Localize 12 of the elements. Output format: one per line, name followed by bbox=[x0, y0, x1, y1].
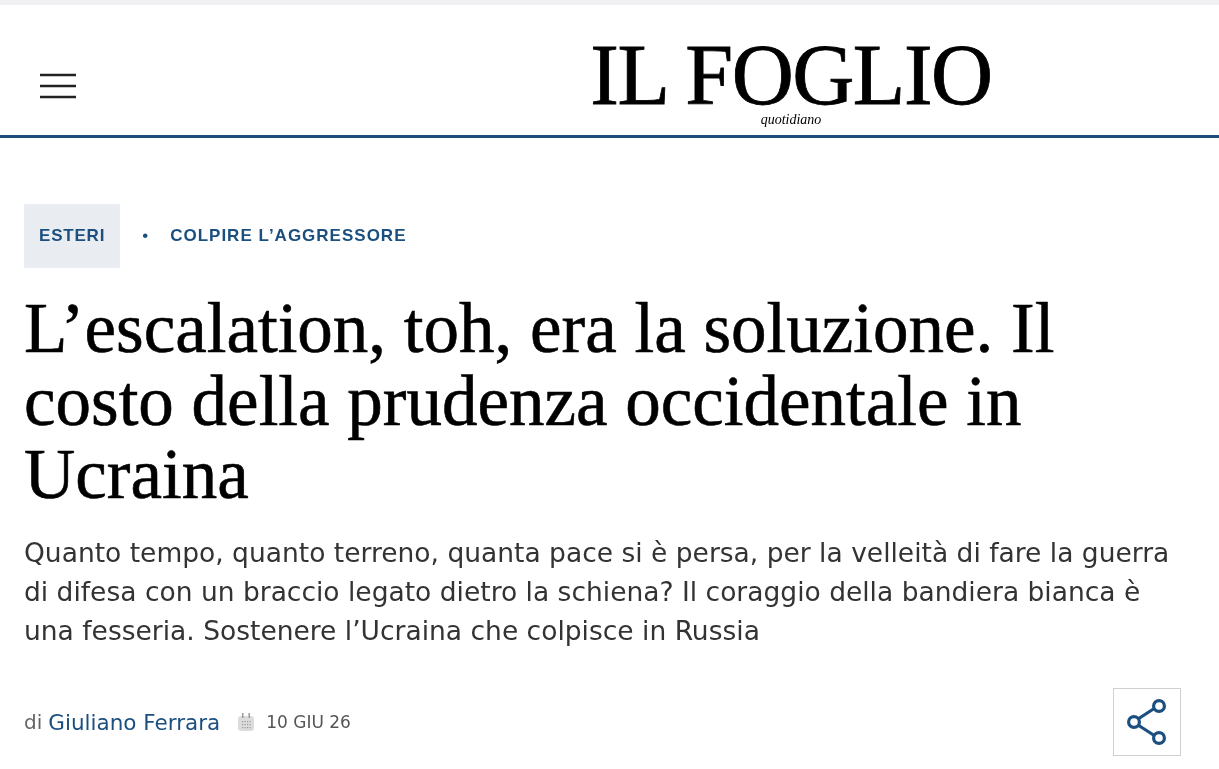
menu-icon[interactable] bbox=[40, 73, 76, 99]
section-tag[interactable]: ESTERI bbox=[24, 204, 121, 268]
separator-dot: • bbox=[142, 226, 149, 246]
author-link[interactable]: Giuliano Ferrara bbox=[48, 709, 221, 735]
calendar-icon bbox=[238, 713, 255, 731]
share-button[interactable] bbox=[1113, 688, 1181, 756]
article-headline: L’escalation, toh, era la soluzione. Il costo della prudenza occidentale in Ucraina bbox=[24, 292, 1056, 511]
topic-link[interactable]: COLPIRE L’AGGRESSORE bbox=[170, 226, 407, 246]
article-summary: Quanto tempo, quanto terreno, quanta pace si è persa, per la velleità di fare la guerra di difesa con un braccio legato dietro la schiena? Il coraggio della bandiera bianca è una fesseria. Sostenere l’Ucraina che colpisce in Russia bbox=[24, 536, 1171, 648]
publish-date: 10 GIU 26 bbox=[266, 712, 351, 732]
byline-prefix: di bbox=[24, 710, 43, 734]
share-icon bbox=[1127, 699, 1167, 745]
